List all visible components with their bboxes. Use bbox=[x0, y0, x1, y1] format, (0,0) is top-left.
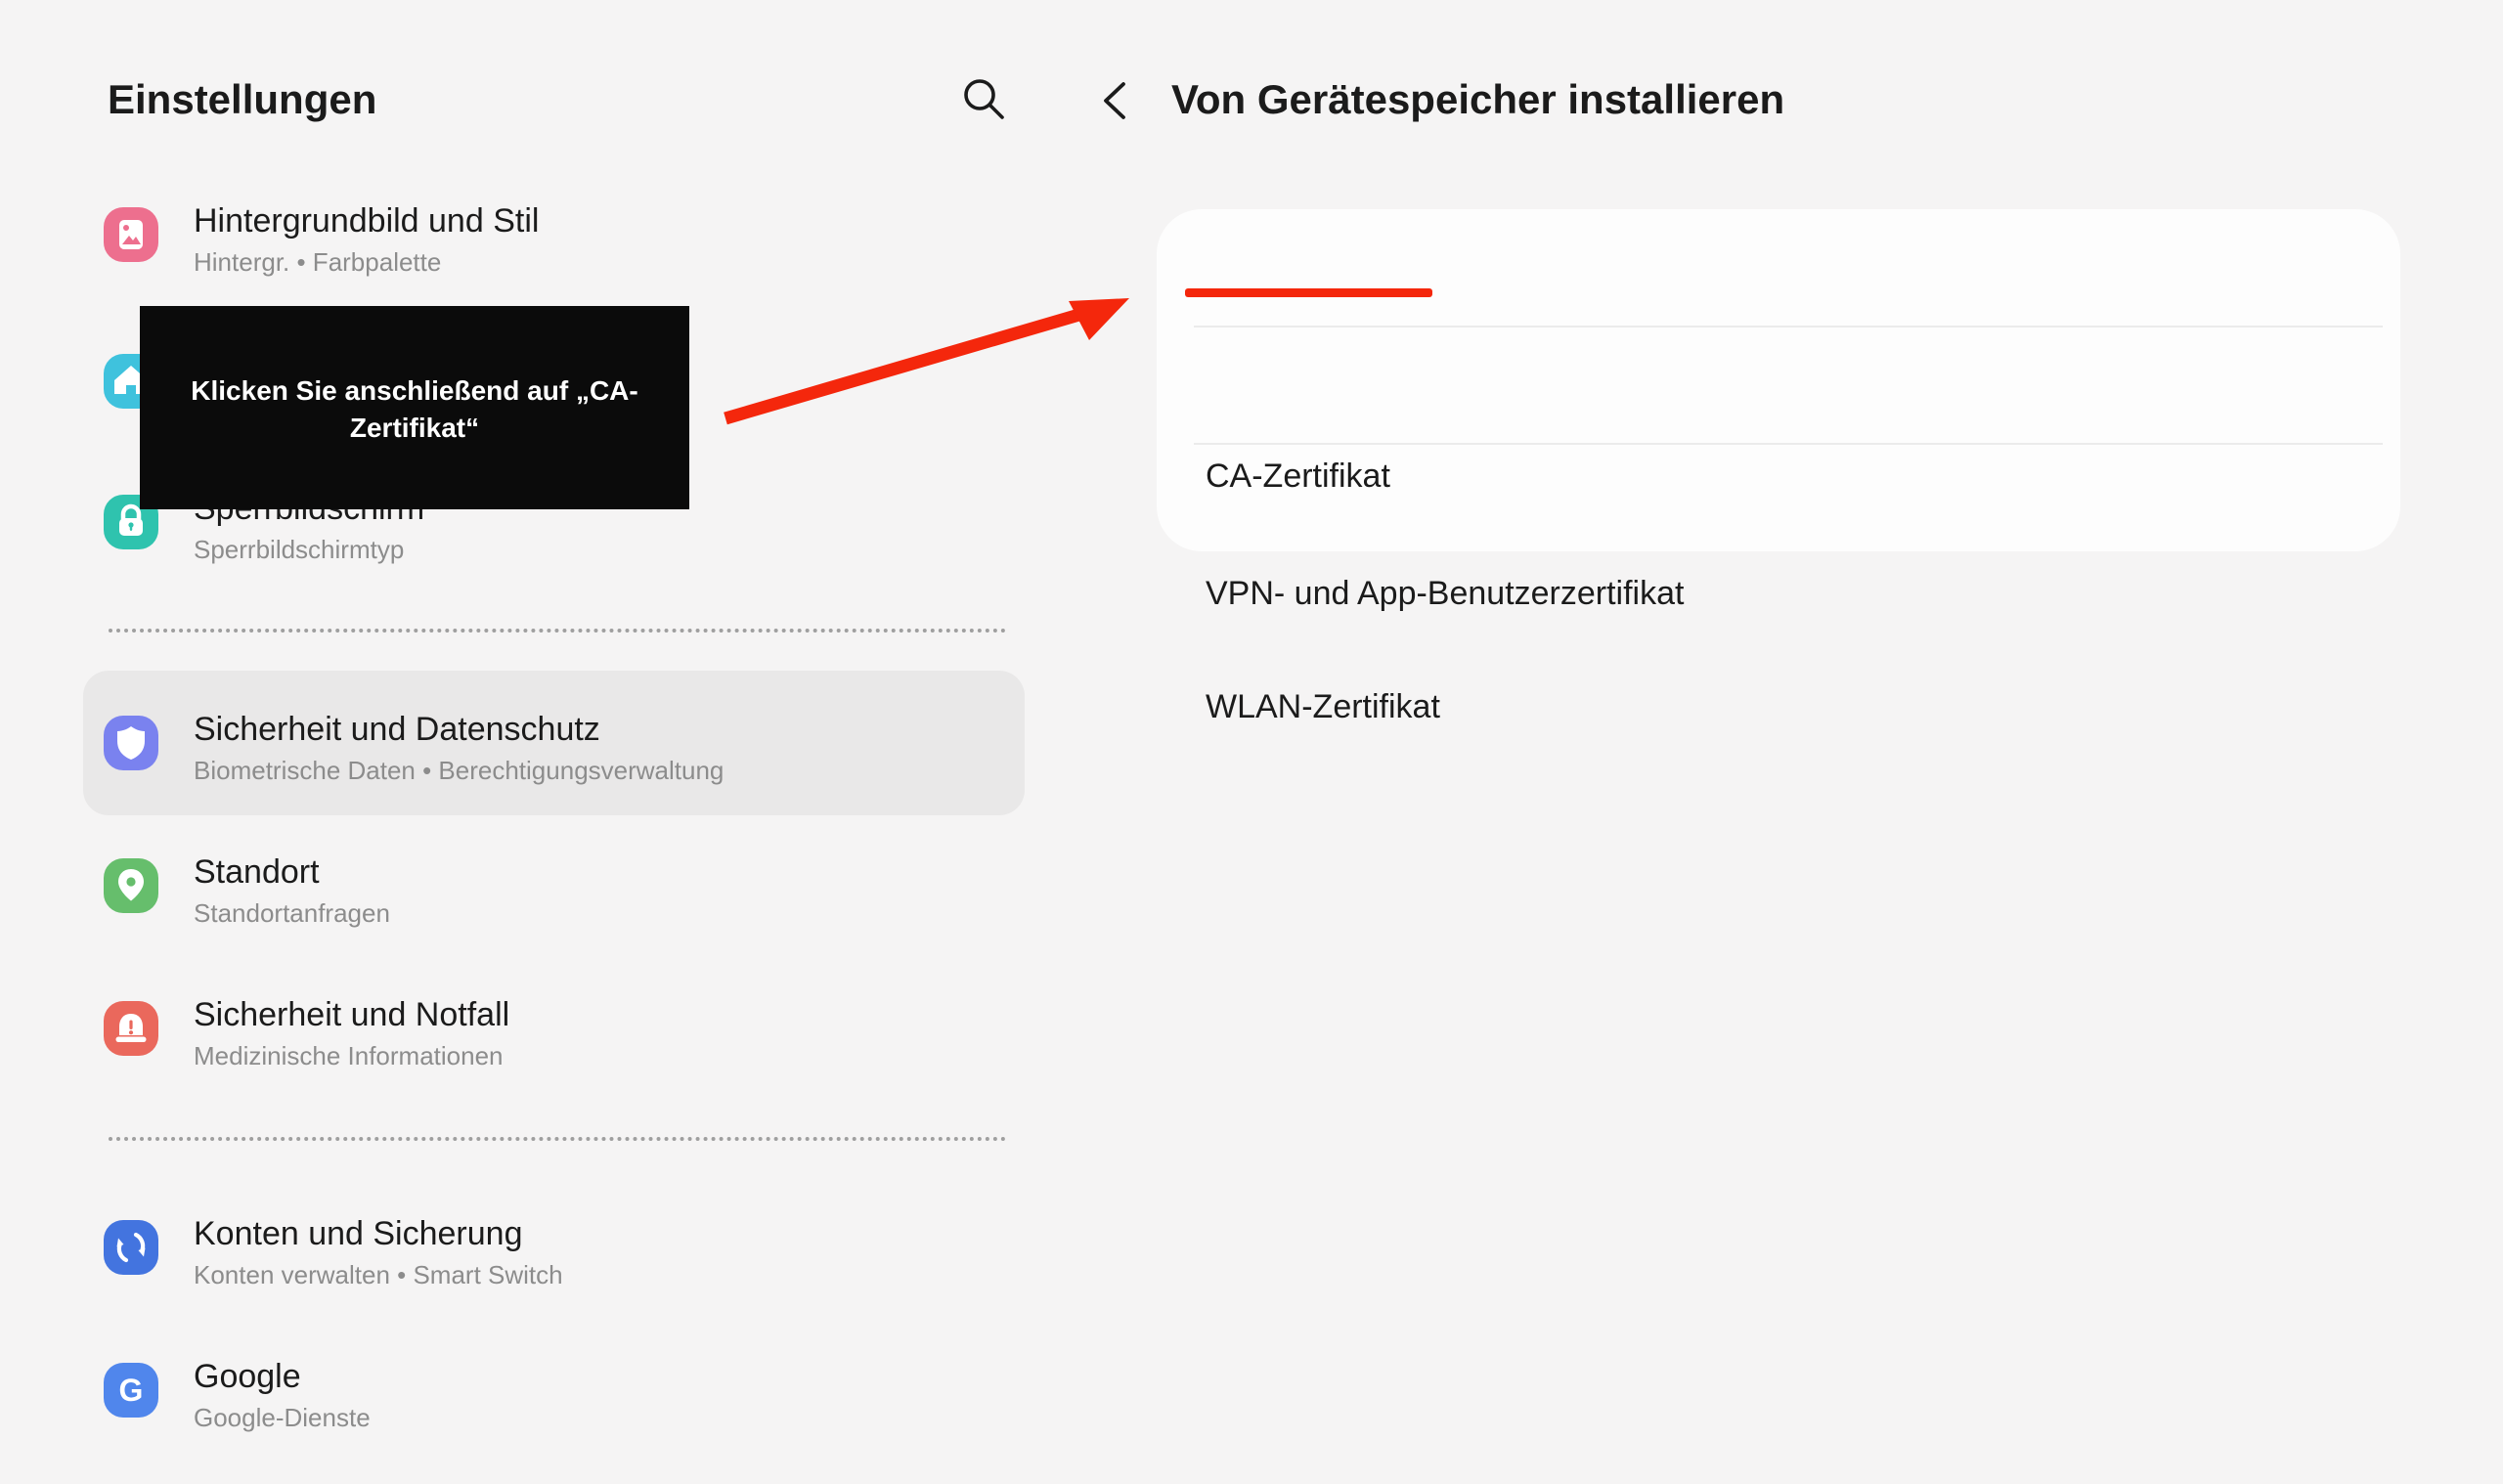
list-section-divider bbox=[109, 1137, 1006, 1141]
google-g-icon: G bbox=[104, 1363, 158, 1418]
wallpaper-icon bbox=[104, 207, 158, 262]
item-title: Standort bbox=[194, 853, 320, 891]
red-arrow-annotation bbox=[724, 298, 1129, 425]
item-subtitle: Standortanfragen bbox=[194, 898, 390, 928]
item-subtitle: Medizinische Informationen bbox=[194, 1041, 504, 1070]
list-section-divider bbox=[109, 629, 1006, 633]
item-title: Konten und Sicherung bbox=[194, 1215, 523, 1252]
settings-split-screen: Einstellungen Hintergrundbild und Stil H… bbox=[0, 0, 2503, 1484]
item-subtitle: Hintergr. • Farbpalette bbox=[194, 247, 442, 277]
row-divider bbox=[1194, 326, 2383, 327]
row-vpn-app-benutzerzertifikat[interactable]: VPN- und App-Benutzerzertifikat bbox=[1206, 572, 1684, 615]
sidebar-item-standort[interactable]: Standort Standortanfragen bbox=[104, 853, 390, 929]
item-title: Hintergrundbild und Stil bbox=[194, 202, 540, 240]
instruction-tooltip: Klicken Sie anschließend auf „CA- Zertif… bbox=[140, 306, 689, 509]
search-button[interactable] bbox=[960, 74, 1007, 121]
item-title: Sicherheit und Datenschutz bbox=[194, 711, 600, 748]
item-title: Sicherheit und Notfall bbox=[194, 996, 510, 1033]
item-subtitle: Biometrische Daten • Berechtigungsverwal… bbox=[194, 756, 725, 785]
shield-icon bbox=[104, 716, 158, 770]
sync-icon bbox=[104, 1220, 158, 1275]
back-chevron-icon bbox=[1104, 82, 1125, 119]
red-underline-highlight bbox=[1185, 288, 1432, 297]
tooltip-line-2: Zertifikat“ bbox=[349, 413, 480, 443]
row-divider bbox=[1194, 443, 2383, 445]
page-title: Einstellungen bbox=[108, 76, 377, 122]
search-icon bbox=[964, 79, 1004, 119]
back-button[interactable] bbox=[1101, 81, 1128, 120]
row-wlan-zertifikat[interactable]: WLAN-Zertifikat bbox=[1206, 685, 1440, 728]
sidebar-item-google[interactable]: G Google Google-Dienste bbox=[104, 1358, 371, 1433]
certificate-list-card: CA-Zertifikat VPN- und App-Benutzerzerti… bbox=[1157, 209, 2400, 725]
sidebar-item-hintergrundbild[interactable]: Hintergrundbild und Stil Hintergr. • Far… bbox=[104, 202, 539, 278]
sidebar-item-sicherheit-datenschutz[interactable]: Sicherheit und Datenschutz Biometrische … bbox=[104, 711, 725, 786]
row-ca-zertifikat[interactable]: CA-Zertifikat bbox=[1206, 455, 1390, 498]
svg-text:G: G bbox=[119, 1373, 144, 1408]
emergency-siren-icon bbox=[104, 1001, 158, 1056]
item-subtitle: Konten verwalten • Smart Switch bbox=[194, 1260, 563, 1289]
sidebar-item-sicherheit-notfall[interactable]: Sicherheit und Notfall Medizinische Info… bbox=[104, 996, 509, 1071]
tooltip-line-1: Klicken Sie anschließend auf „CA- bbox=[191, 375, 638, 406]
item-subtitle: Sperrbildschirmtyp bbox=[194, 535, 405, 564]
location-pin-icon bbox=[104, 858, 158, 913]
sidebar-item-konten-sicherung[interactable]: Konten und Sicherung Konten verwalten • … bbox=[104, 1215, 563, 1290]
item-subtitle: Google-Dienste bbox=[194, 1403, 371, 1432]
right-panel-title: Von Gerätespeicher installieren bbox=[1171, 76, 1785, 122]
item-title: Google bbox=[194, 1358, 301, 1395]
